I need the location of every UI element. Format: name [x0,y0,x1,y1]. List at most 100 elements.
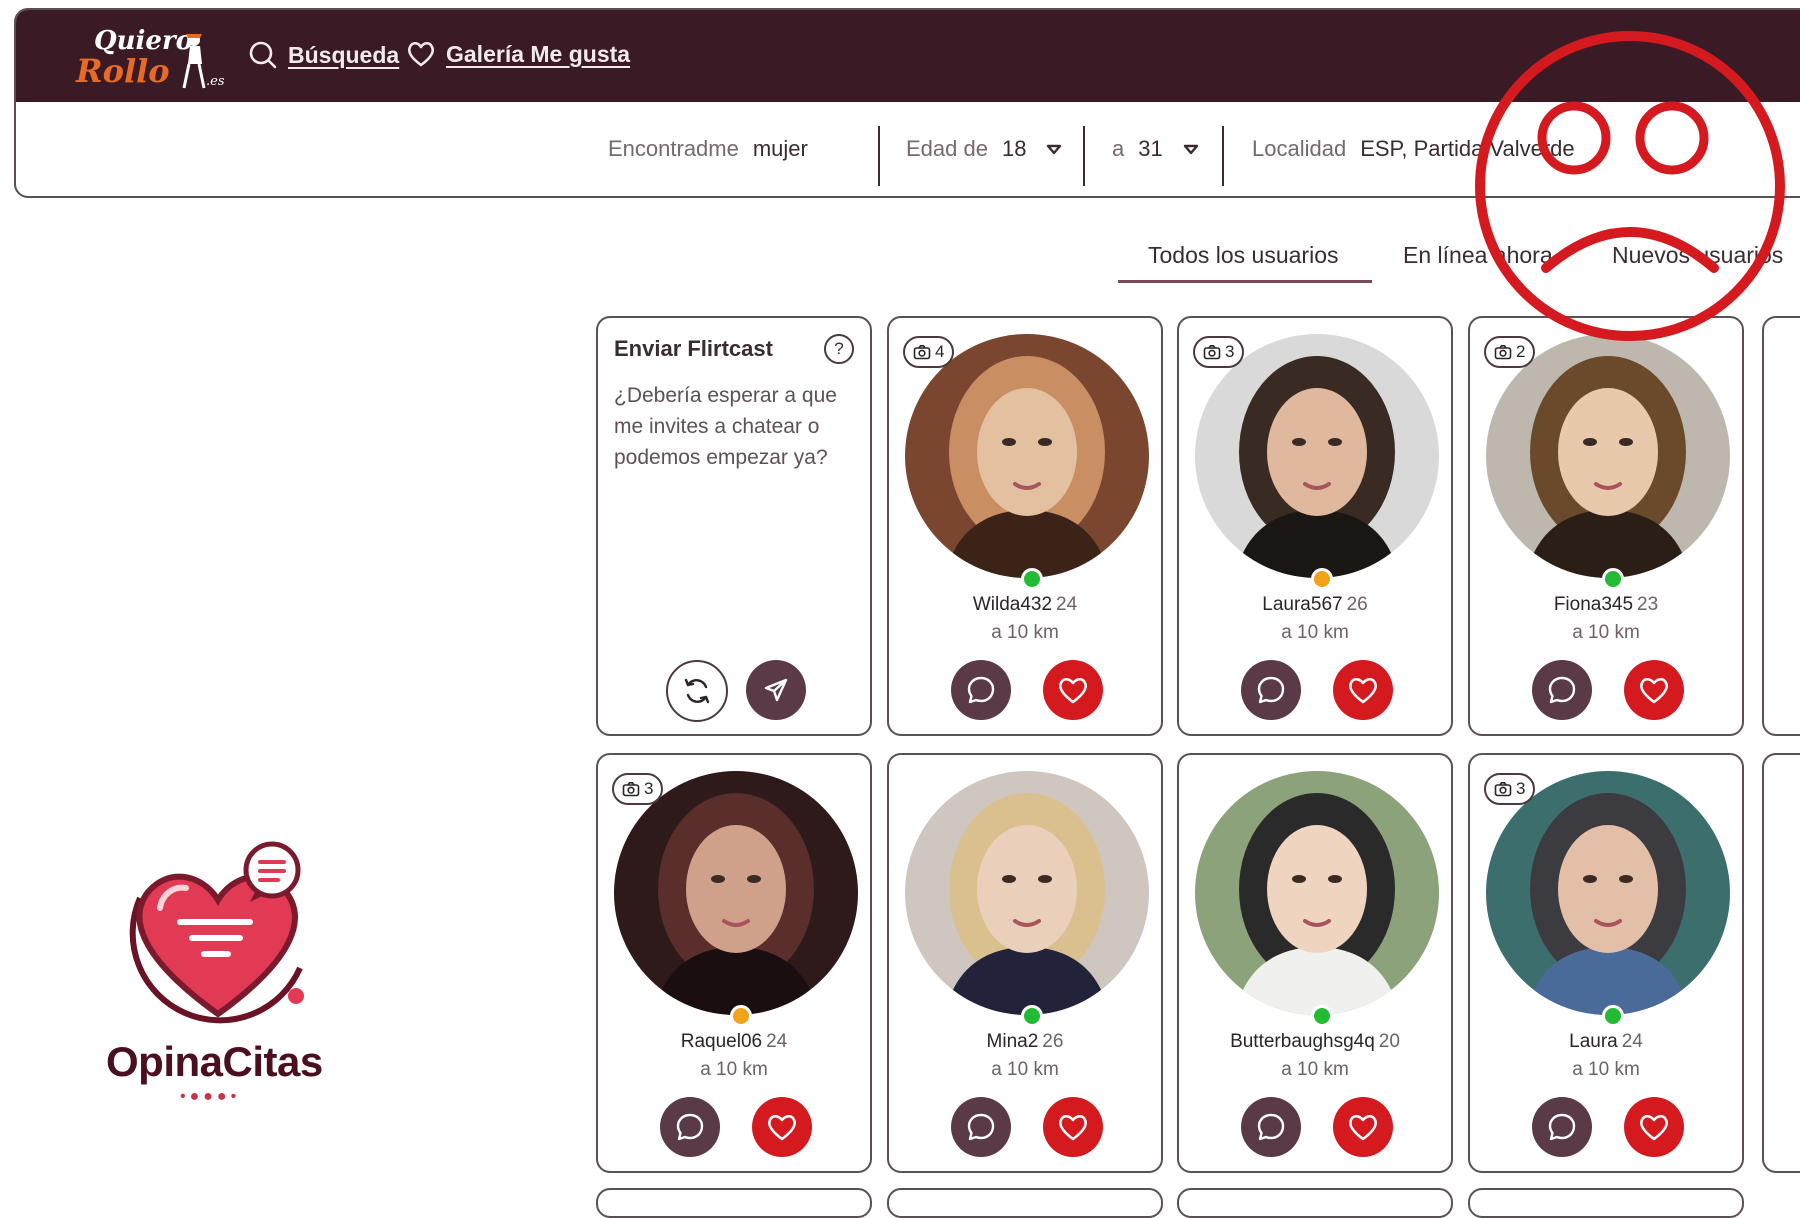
user-age: 23 [1637,594,1659,615]
user-card-partial[interactable] [887,1188,1163,1218]
site-logo[interactable]: Quiero Rollo .es [68,24,228,92]
user-name: Laura567 [1262,594,1343,615]
opinacitas-wordmark: OpinaCitas [106,1038,323,1085]
chevron-down-icon [1183,144,1198,155]
nav-search-link[interactable]: Búsqueda [248,40,399,70]
filter-gender-value: mujer [752,136,808,161]
status-indicator [1021,1005,1043,1027]
user-name: Fiona345 [1553,594,1634,615]
photo-count: 4 [935,342,945,361]
help-icon[interactable]: ? [824,334,854,364]
chat-button[interactable] [1241,1097,1301,1157]
user-card[interactable]: Mina2 26 a 10 km [887,753,1163,1173]
photo-count-badge: 3 [1193,336,1245,368]
site-header: Quiero Rollo .es Búsqueda Galería Me gus… [14,8,1800,198]
profile-photo[interactable] [905,771,1149,1015]
heart-icon [1059,677,1087,704]
user-age: 20 [1378,1031,1400,1052]
photo-count-badge: 4 [903,336,955,368]
user-age: 26 [1346,594,1368,615]
like-button[interactable] [1043,660,1103,720]
filter-gender[interactable]: Encontradme mujer [608,102,808,196]
flirtcast-message: ¿Debería esperar a que me invites a chat… [614,384,837,469]
chat-bubble-icon [676,1113,704,1141]
user-name-age: Laura567 26 [1179,594,1451,616]
chat-bubble-icon [1548,676,1576,704]
chat-button[interactable] [1532,1097,1592,1157]
profile-photo[interactable] [1195,334,1439,578]
decorative-dots: •●●●• [180,1088,241,1105]
like-button[interactable] [1624,660,1684,720]
send-flirtcast-button[interactable] [746,660,806,720]
user-card[interactable]: Raquel06 24 a 10 km 3 [596,753,872,1173]
heart-icon [1349,677,1377,704]
portrait-image [1486,334,1730,578]
chat-button[interactable] [1241,660,1301,720]
chat-button[interactable] [951,1097,1011,1157]
heart-icon [1640,677,1668,704]
user-card-partial[interactable] [1762,316,1800,736]
active-tab-indicator [1118,280,1372,283]
user-age: 24 [766,1031,788,1052]
heart-icon [768,1114,796,1141]
user-name: Raquel06 [680,1031,763,1052]
heart-outline-icon [408,41,434,67]
refresh-icon [684,678,710,704]
camera-icon [1494,345,1512,360]
user-name: Mina2 [986,1031,1039,1052]
profile-photo[interactable] [1195,771,1439,1015]
status-indicator [1311,1005,1333,1027]
photo-count: 3 [644,779,654,798]
user-card[interactable]: Wilda432 24 a 10 km 4 [887,316,1163,736]
user-age: 26 [1042,1031,1064,1052]
filter-location-label: Localidad [1252,136,1347,161]
profile-photo[interactable] [1486,771,1730,1015]
user-card[interactable]: Fiona345 23 a 10 km 2 [1468,316,1744,736]
nav-gallery-link[interactable]: Galería Me gusta [406,40,630,68]
user-distance: a 10 km [991,622,1059,643]
chat-button[interactable] [1532,660,1592,720]
user-distance: a 10 km [700,1059,768,1080]
user-name-age: Mina2 26 [889,1031,1161,1053]
chat-button[interactable] [951,660,1011,720]
status-indicator [1602,1005,1624,1027]
camera-icon [913,345,931,360]
user-card-partial[interactable] [596,1188,872,1218]
user-card[interactable]: Laura567 26 a 10 km 3 [1177,316,1453,736]
user-distance: a 10 km [1572,622,1640,643]
heart-chat-icon [129,841,304,1024]
like-button[interactable] [752,1097,812,1157]
navbar: Quiero Rollo .es Búsqueda Galería Me gus… [16,10,1800,102]
chevron-down-icon [1047,144,1062,155]
like-button[interactable] [1333,1097,1393,1157]
search-icon [249,41,277,69]
user-card[interactable]: Butterbaughsg4q 20 a 10 km [1177,753,1453,1173]
tab-new-users[interactable]: Nuevos usuarios [1612,242,1783,269]
like-button[interactable] [1624,1097,1684,1157]
flirtcast-title: Enviar Flirtcast [614,336,773,361]
like-button[interactable] [1333,660,1393,720]
user-card-partial[interactable] [1762,753,1800,1173]
like-button[interactable] [1043,1097,1103,1157]
filter-age-to[interactable]: a 31 [1112,102,1199,196]
tab-online-now[interactable]: En línea ahora [1403,242,1553,269]
user-card-partial[interactable] [1177,1188,1453,1218]
filter-location[interactable]: Localidad ESP, Partida Valverde [1252,102,1575,196]
user-card-partial[interactable] [1468,1188,1744,1218]
filter-age-from[interactable]: Edad de 18 [906,102,1062,196]
portrait-image [1195,334,1439,578]
user-name: Laura [1569,1031,1618,1052]
chat-bubble-icon [1548,1113,1576,1141]
photo-count-badge: 3 [1484,773,1536,805]
profile-photo[interactable] [1486,334,1730,578]
refresh-button[interactable] [666,660,728,722]
profile-photo[interactable] [905,334,1149,578]
user-card[interactable]: Laura 24 a 10 km 3 [1468,753,1744,1173]
filter-age-from-label: Edad de [906,136,988,161]
photo-count-badge: 2 [1484,336,1536,368]
profile-photo[interactable] [614,771,858,1015]
status-indicator [1602,568,1624,590]
chat-button[interactable] [660,1097,720,1157]
chat-bubble-icon [967,1113,995,1141]
tab-all-users[interactable]: Todos los usuarios [1148,242,1339,269]
